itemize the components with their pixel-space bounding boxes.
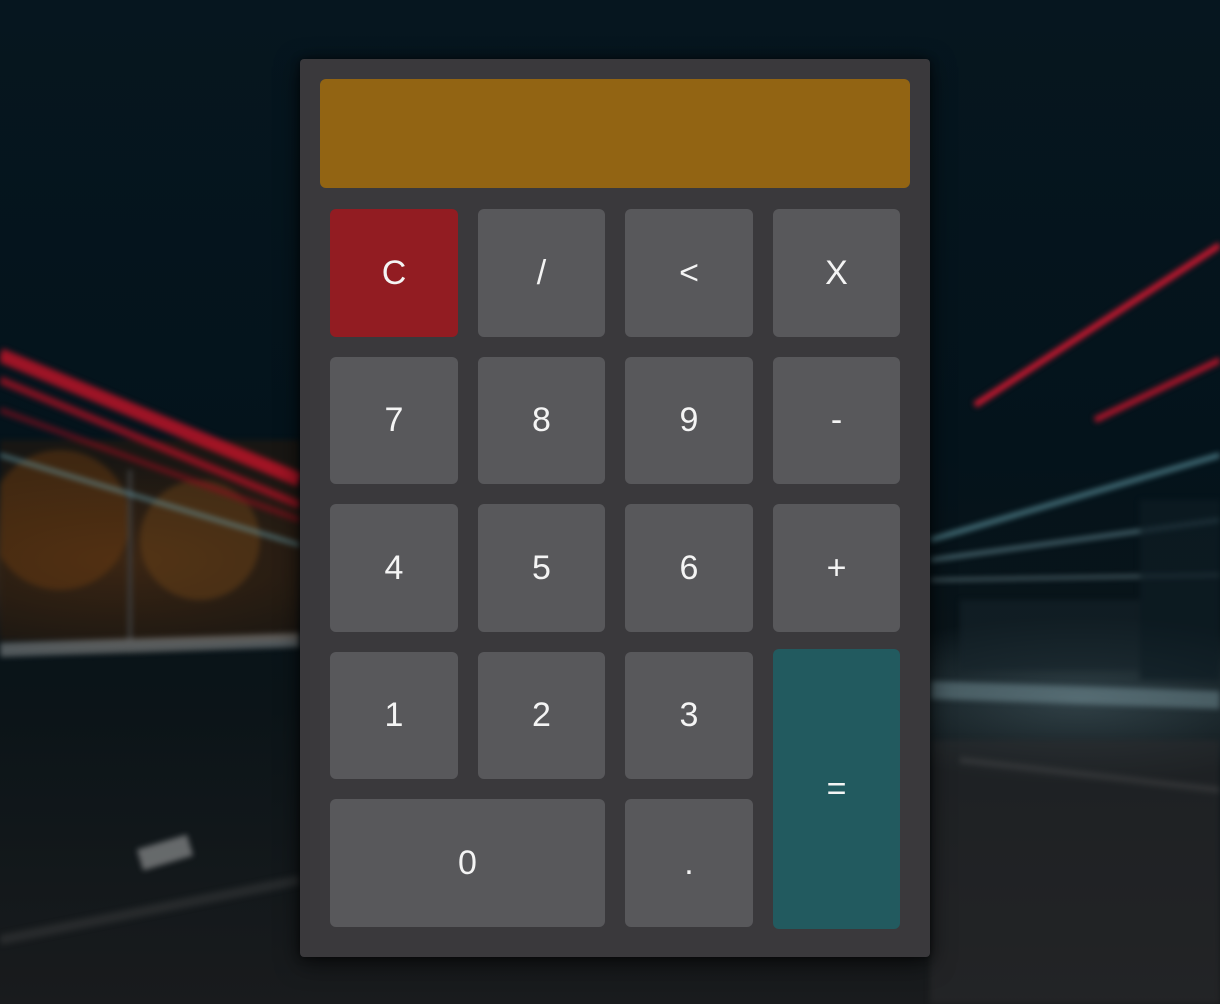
- minus-button[interactable]: -: [773, 357, 900, 484]
- digit-5-button[interactable]: 5: [478, 504, 605, 632]
- digit-7-button[interactable]: 7: [330, 357, 458, 484]
- equals-button[interactable]: =: [773, 649, 900, 929]
- digit-0-button[interactable]: 0: [330, 799, 605, 927]
- digit-2-button[interactable]: 2: [478, 652, 605, 779]
- digit-3-button[interactable]: 3: [625, 652, 753, 779]
- calculator-display: [320, 79, 910, 188]
- digit-4-button[interactable]: 4: [330, 504, 458, 632]
- calculator: C / < X 7 8 9 - 4 5 6 + 1 2 3 = 0 .: [300, 59, 930, 957]
- clear-button[interactable]: C: [330, 209, 458, 337]
- digit-8-button[interactable]: 8: [478, 357, 605, 484]
- digit-6-button[interactable]: 6: [625, 504, 753, 632]
- divide-button[interactable]: /: [478, 209, 605, 337]
- plus-button[interactable]: +: [773, 504, 900, 632]
- decimal-button[interactable]: .: [625, 799, 753, 927]
- digit-1-button[interactable]: 1: [330, 652, 458, 779]
- backspace-button[interactable]: <: [625, 209, 753, 337]
- multiply-button[interactable]: X: [773, 209, 900, 337]
- digit-9-button[interactable]: 9: [625, 357, 753, 484]
